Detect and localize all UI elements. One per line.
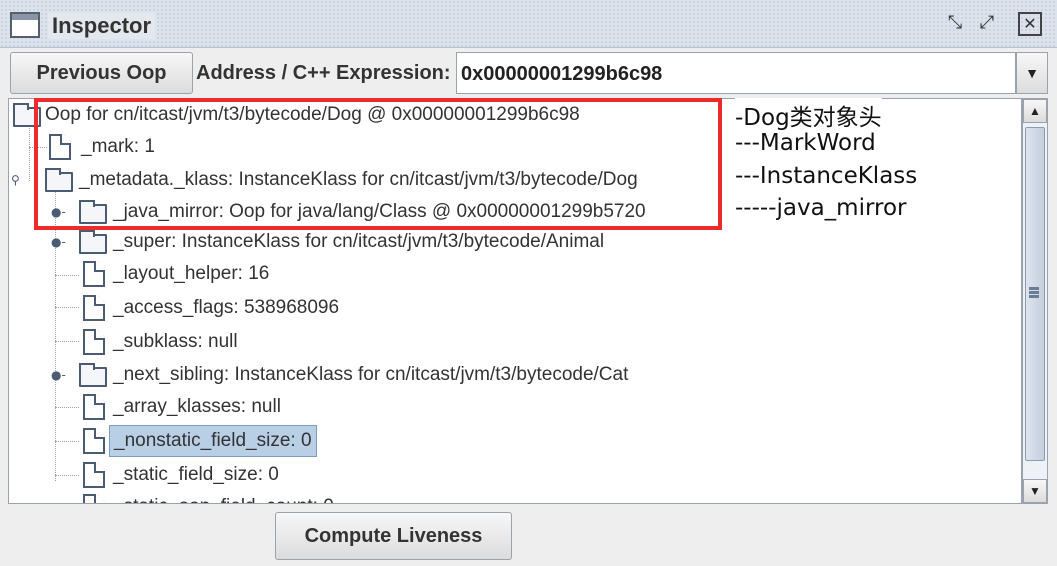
expanded-handle-icon[interactable]: ⚲ <box>11 173 20 187</box>
bottom-bar: Compute Liveness <box>0 504 1057 566</box>
tree-scrollbar[interactable]: ▲ ▬ ▬ ▬ ▼ <box>1022 98 1048 504</box>
tree-connector <box>55 307 79 308</box>
file-icon <box>83 329 105 355</box>
window-icon <box>10 12 40 38</box>
tree-row-label: _subklass: null <box>113 331 238 352</box>
grip-icon: ▬ ▬ ▬ <box>1029 282 1039 301</box>
file-icon <box>83 428 105 454</box>
tree-row-label: _access_flags: 538968096 <box>113 297 340 318</box>
tree-row-label: _layout_helper: 16 <box>113 263 270 284</box>
title-bar: Inspector ⤡ ⤢ ✕ <box>0 0 1057 48</box>
toolbar: Previous Oop Address / C++ Expression: 0… <box>0 48 1057 98</box>
window-title: Inspector <box>48 13 156 39</box>
collapsed-handle-icon[interactable]: ●- <box>51 235 66 249</box>
highlight-box <box>34 98 722 230</box>
address-input[interactable]: 0x00000001299b6c98 <box>456 52 1016 94</box>
tree-connector <box>55 407 79 408</box>
file-icon <box>83 462 105 488</box>
tree-connector <box>55 475 79 476</box>
address-label: Address / C++ Expression: <box>196 62 451 84</box>
restore-icon[interactable]: ⤡ <box>943 12 967 36</box>
tree-row-label: _static_field_size: 0 <box>113 464 279 485</box>
file-icon <box>83 494 105 503</box>
address-dropdown-chevron-down-icon[interactable]: ▼ <box>1016 52 1048 94</box>
annotation-markword: ---MarkWord <box>735 130 876 156</box>
collapsed-handle-icon[interactable]: ●- <box>51 368 66 382</box>
file-icon <box>83 394 105 420</box>
file-icon <box>83 295 105 321</box>
folder-icon <box>79 230 107 254</box>
tree-row-label: _next_sibling: InstanceKlass for cn/itca… <box>113 364 629 385</box>
tree-connector <box>29 121 30 181</box>
tree-connector <box>55 341 79 342</box>
folder-icon <box>79 363 107 387</box>
tree-row-label: _static_oop_field_count: 0 <box>113 491 334 503</box>
file-icon <box>83 261 105 287</box>
scroll-down-arrow-icon[interactable]: ▼ <box>1023 479 1047 503</box>
maximize-icon[interactable]: ⤢ <box>975 12 999 36</box>
tree-row-label: _array_klasses: null <box>113 396 281 417</box>
tree-row-label: _super: InstanceKlass for cn/itcast/jvm/… <box>113 231 605 252</box>
tree-connector <box>55 441 79 442</box>
compute-liveness-button[interactable]: Compute Liveness <box>275 512 512 560</box>
annotation-instanceklass: ---InstanceKlass <box>735 163 918 189</box>
tree-connector <box>55 275 79 276</box>
scroll-up-arrow-icon[interactable]: ▲ <box>1023 99 1047 123</box>
close-icon[interactable]: ✕ <box>1018 12 1042 36</box>
annotation-java-mirror: -----java_mirror <box>735 195 907 221</box>
tree-row-label-selected: _nonstatic_field_size: 0 <box>109 425 317 457</box>
scroll-thumb[interactable]: ▬ ▬ ▬ <box>1025 127 1045 461</box>
previous-oop-button[interactable]: Previous Oop <box>10 52 193 94</box>
annotation-object-header: -Dog类对象头 <box>735 98 882 132</box>
